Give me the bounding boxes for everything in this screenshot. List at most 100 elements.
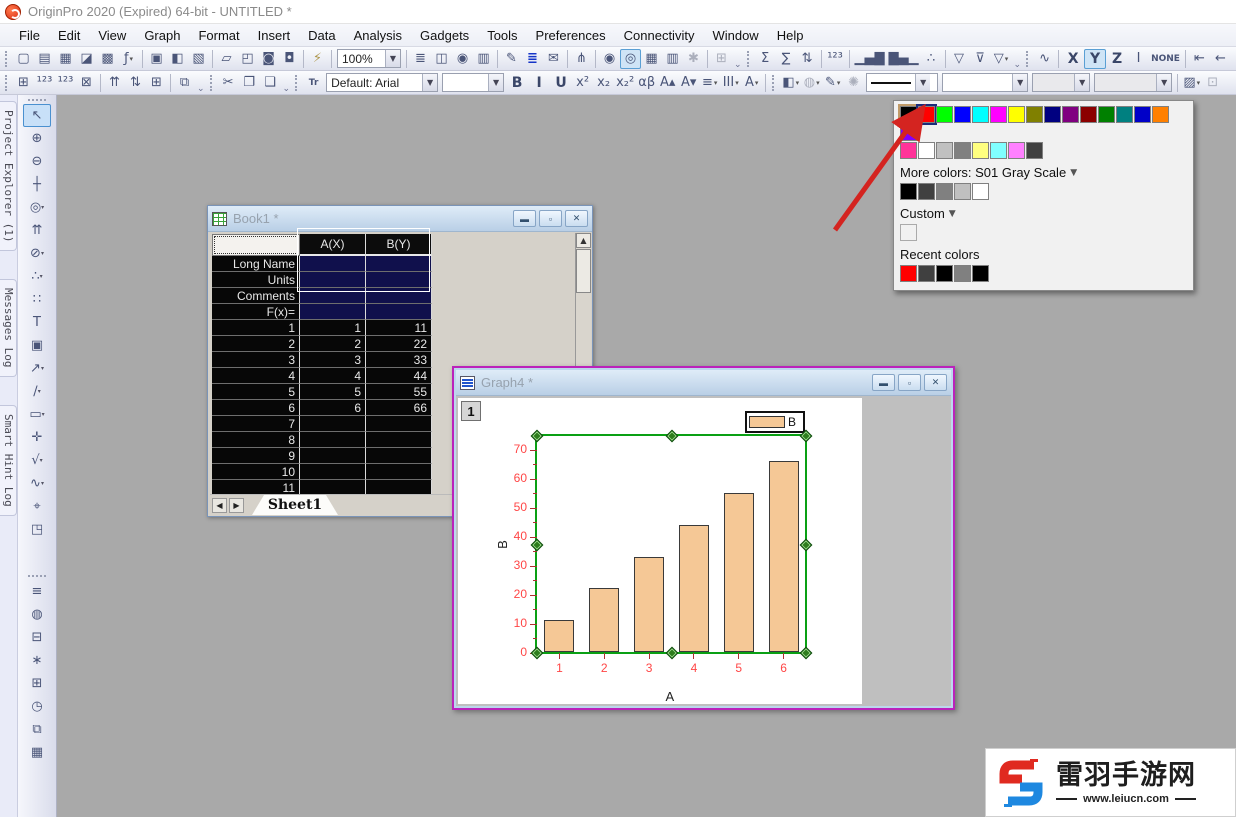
move-column-button[interactable]: ⇈ [104, 73, 125, 93]
bold-button[interactable]: B [506, 73, 528, 93]
mask-tool-dropdown-icon[interactable]: ▾ [41, 250, 44, 257]
column-list-tool[interactable]: ⊞ [23, 672, 51, 695]
plot-area[interactable]: 0 10 20 30 40 50 60 70 1 2 3 4 5 6 [514, 429, 813, 675]
worksheet-grid[interactable]: A(X) B(Y) Long Name Units Comments F(x)= 1 1 11 2… [212, 234, 432, 496]
toolbar-grip[interactable] [772, 74, 777, 91]
project-tree-button[interactable]: ⋔ [571, 49, 592, 69]
sidebar-tab-smart-hint-log[interactable]: Smart Hint Log [0, 404, 17, 516]
data-cell[interactable] [366, 416, 432, 432]
pointer-tool[interactable]: ↖ [23, 104, 51, 127]
color-swatch[interactable] [1152, 106, 1169, 123]
merge-bc-tool[interactable]: ⊟ [23, 626, 51, 649]
data-cell[interactable] [300, 304, 366, 320]
font-smaller-button[interactable]: A▾ [678, 73, 699, 93]
data-cell[interactable]: 2 [300, 336, 366, 352]
fill-pattern-select[interactable]: ▼ [942, 73, 1029, 92]
sketch-tool-dropdown-icon[interactable]: ▾ [41, 480, 44, 487]
font-color-button[interactable]: A ▾ [741, 73, 762, 93]
color-swatch[interactable] [898, 104, 919, 125]
draw-data-tool-dropdown-icon[interactable]: ▾ [40, 273, 43, 280]
color-swatch[interactable] [918, 142, 935, 159]
set-values-button[interactable]: ¹²³ [825, 49, 846, 69]
font-size-select-dropdown-icon[interactable]: ▼ [488, 74, 504, 91]
line-tool-dropdown-icon[interactable]: ▾ [38, 388, 41, 395]
alignment-button[interactable]: ≡ ▾ [699, 73, 720, 93]
color-swatch[interactable] [972, 142, 989, 159]
selection-handle[interactable] [530, 538, 544, 551]
color-swatch[interactable] [990, 106, 1007, 123]
worksheet-view-button[interactable]: ▦ [641, 49, 662, 69]
format-grid-button[interactable]: ▥ [662, 49, 683, 69]
data-cell[interactable] [366, 304, 432, 320]
zoom-out-tool[interactable]: ⊖ [23, 150, 51, 173]
stats-on-column-button[interactable]: ▁▄▇ [853, 49, 887, 69]
superscript-button[interactable]: x² [572, 73, 593, 93]
hatch-pattern-dropdown-icon[interactable]: ▾ [1197, 79, 1201, 87]
sidebar-tab-project-explorer-[interactable]: Project Explorer (1) [0, 101, 17, 252]
text-tool[interactable]: T [23, 311, 51, 334]
fill-color-dropdown-icon[interactable]: ▾ [796, 79, 800, 87]
data-cell[interactable] [300, 448, 366, 464]
gears-button[interactable]: ✱ [683, 49, 704, 69]
row-label-cell[interactable]: 6 [212, 400, 300, 416]
pattern-color-button[interactable]: ◍ ▾ [801, 73, 822, 93]
color-swatch[interactable] [1116, 106, 1133, 123]
row-label-cell[interactable]: 1 [212, 320, 300, 336]
alignment-dropdown-icon[interactable]: ▾ [714, 79, 718, 87]
color-swatch[interactable] [972, 183, 989, 200]
book1-restore-button[interactable]: ▫ [539, 210, 562, 227]
mail-button[interactable]: ✉ [543, 49, 564, 69]
row-label-cell[interactable]: 10 [212, 464, 300, 480]
sidebar-tab-messages-log[interactable]: Messages Log [0, 279, 17, 377]
rectangle-tool-dropdown-icon[interactable]: ▾ [42, 411, 45, 418]
line-color-dropdown-icon[interactable]: ▾ [837, 79, 841, 87]
data-reader-tool-dropdown-icon[interactable]: ▾ [41, 204, 44, 211]
graph4-restore-button[interactable]: ▫ [898, 374, 921, 391]
color-swatch[interactable] [900, 142, 917, 159]
data-cell[interactable] [300, 432, 366, 448]
toolbar-overflow-icon[interactable]: ⌄ [197, 84, 205, 94]
new-notes-button[interactable]: ▧ [188, 49, 209, 69]
toolbar-grip[interactable] [209, 74, 215, 91]
line-tool[interactable]: ∕ ▾ [23, 380, 51, 403]
row-label-cell[interactable]: 3 [212, 352, 300, 368]
selection-handle[interactable] [530, 429, 544, 443]
data-cell[interactable]: 4 [300, 368, 366, 384]
data-filter-button[interactable]: ▽ [949, 49, 970, 69]
rotate-3d-tool[interactable]: ◳ [23, 518, 51, 541]
color-swatch[interactable] [900, 265, 917, 282]
color-swatch[interactable] [1026, 142, 1043, 159]
line-style-select-dropdown-icon[interactable]: ▼ [915, 74, 931, 91]
data-cell[interactable] [366, 464, 432, 480]
chart-bar[interactable] [634, 556, 665, 652]
color-swatch[interactable] [918, 183, 935, 200]
data-cell[interactable] [366, 432, 432, 448]
formula-tool[interactable]: √ ▾ [23, 449, 51, 472]
mask-tool[interactable]: ⊘ ▾ [23, 242, 51, 265]
color-swatch[interactable] [936, 183, 953, 200]
delete-worksheet-button[interactable]: ⊠ [76, 73, 97, 93]
color-swatch[interactable] [972, 265, 989, 282]
menu-help[interactable]: Help [768, 26, 813, 45]
menu-tools[interactable]: Tools [478, 26, 526, 45]
video-record-button[interactable]: ▥ [473, 49, 494, 69]
worksheet-grid-tool[interactable]: ▦ [23, 741, 51, 764]
width-select-dropdown-icon[interactable]: ▼ [1156, 74, 1172, 91]
color-swatch[interactable] [1080, 106, 1097, 123]
save-project-button[interactable]: ◙ [258, 49, 279, 69]
save-window-button[interactable]: ◘ [279, 49, 300, 69]
column-header[interactable]: A(X) [300, 234, 366, 256]
data-cell[interactable]: 1 [300, 320, 366, 336]
data-cell[interactable]: 55 [366, 384, 432, 400]
zoom-graph-button[interactable]: ◎ [620, 48, 641, 69]
axis-zoom-pan-tool[interactable]: ⌖ [23, 495, 51, 518]
copy-button[interactable]: ❐ [239, 73, 260, 93]
data-cell[interactable] [366, 256, 432, 272]
italic-button[interactable]: I [528, 73, 550, 93]
set-as-z-button[interactable]: Z [1106, 49, 1128, 69]
filter-reapply-dropdown-icon[interactable]: ▾ [1005, 55, 1009, 63]
print-preview-button[interactable]: ◫ [431, 49, 452, 69]
color-swatch[interactable] [936, 142, 953, 159]
print-button[interactable]: ≣ [410, 49, 431, 69]
menu-file[interactable]: File [10, 26, 49, 45]
